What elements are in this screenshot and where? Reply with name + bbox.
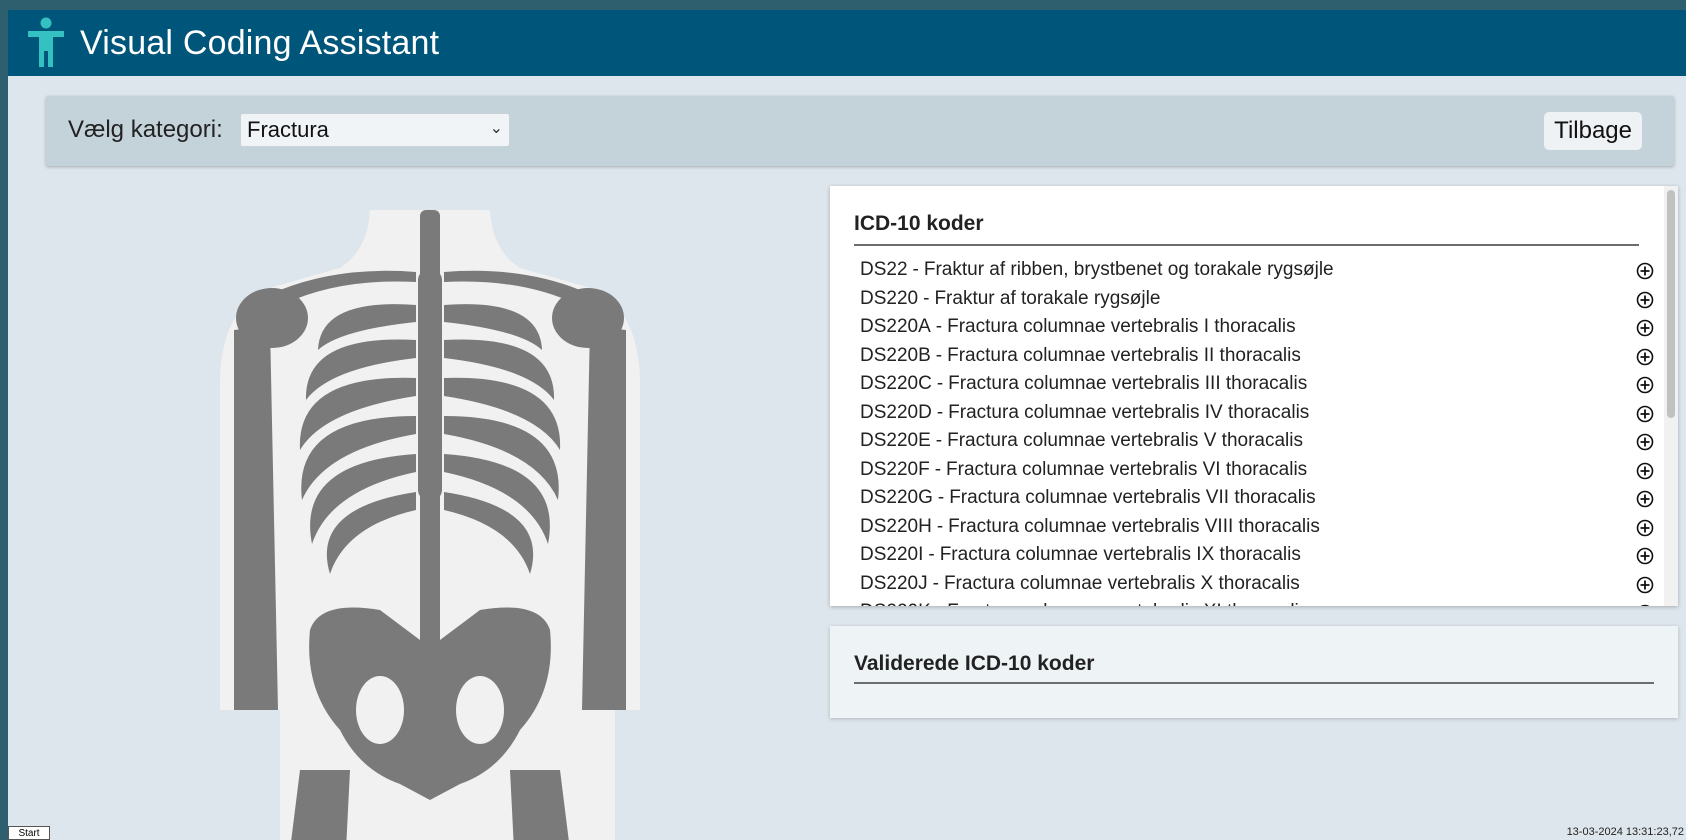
code-separator: - <box>936 373 944 395</box>
icd-code-row[interactable]: DS220F - Fractura columnae vertebralis VI … <box>860 456 1658 485</box>
icd-description: Fractura columnae vertebralis XI thoraca… <box>947 601 1308 606</box>
code-separator: - <box>932 572 939 594</box>
icd-code-row[interactable]: DS220I - Fractura columnae vertebralis IX … <box>860 541 1658 570</box>
validated-codes-panel: Validerede ICD-10 koder <box>830 626 1678 718</box>
person-icon <box>28 17 64 67</box>
icd-code: DS220F <box>860 458 930 480</box>
icd-code-row[interactable]: DS22- Fraktur af ribben, brystbenet og to… <box>860 256 1658 285</box>
icd-code-row[interactable]: DS220K-Fractura columnae vertebralis XI … <box>860 598 1658 606</box>
icd-code-row[interactable]: DS220J - Fractura columnae vertebralis X t… <box>860 570 1658 599</box>
chevron-down-icon: ⌄ <box>489 120 503 137</box>
icd-description: Fractura columnae vertebralis IX thoraca… <box>939 544 1301 566</box>
icd-description: Fractura columnae vertebralis I thoracal… <box>947 316 1296 338</box>
code-separator: - <box>935 344 943 366</box>
icd-description: Fractura columnae vertebralis III thorac… <box>948 373 1308 395</box>
icd-code-row[interactable]: DS220A - Fractura columnae vertebralis I t… <box>860 313 1658 342</box>
add-circle-icon[interactable] <box>1636 348 1654 366</box>
icd-code-row[interactable]: DS220D - Fractura columnae vertebralis IV … <box>860 399 1658 428</box>
icd-description: Fractura columnae vertebralis X thoracal… <box>943 572 1300 594</box>
code-separator: - <box>923 287 930 309</box>
code-separator: - <box>937 487 945 509</box>
add-circle-icon[interactable] <box>1636 405 1654 423</box>
icd-code-row[interactable]: DS220G - Fractura columnae vertebralis VII… <box>860 484 1658 513</box>
skeleton-diagram[interactable] <box>220 210 640 840</box>
icd-description: Fractura columnae vertebralis II thoraca… <box>947 344 1301 366</box>
icd-description: Fractura columnae vertebralis V thoracal… <box>947 430 1303 452</box>
icd-panel-title: ICD-10 koder <box>854 212 984 235</box>
icd-description: Fraktur af ribben, brystbenet og torakal… <box>923 259 1334 281</box>
add-circle-icon[interactable] <box>1636 519 1654 537</box>
icd-code: DS220A <box>860 316 931 338</box>
icd-code: DS220G <box>860 487 933 509</box>
icd-description: Fractura columnae vertebralis VI thoraca… <box>946 458 1308 480</box>
add-circle-icon[interactable] <box>1636 291 1654 309</box>
scroll-thumb[interactable] <box>1667 190 1675 418</box>
timestamp: 13-03-2024 13:31:23,72 <box>1566 826 1684 838</box>
icd-code-row[interactable]: DS220C - Fractura columnae vertebralis III… <box>860 370 1658 399</box>
code-separator: - <box>936 515 944 537</box>
back-button[interactable]: Tilbage <box>1544 112 1642 150</box>
add-circle-icon[interactable] <box>1636 462 1654 480</box>
category-toolbar: Vælg kategori: Fractura ⌄ Tilbage <box>46 96 1674 166</box>
code-separator: - <box>936 601 942 606</box>
start-button[interactable]: Start <box>8 826 50 840</box>
validated-panel-title: Validerede ICD-10 koder <box>854 652 1095 675</box>
code-separator: - <box>935 316 943 338</box>
add-circle-icon[interactable] <box>1636 490 1654 508</box>
icd-code: DS220J <box>860 572 928 594</box>
category-selected-value: Fractura <box>247 117 329 142</box>
category-label: Vælg kategori: <box>68 116 223 143</box>
add-circle-icon[interactable] <box>1636 576 1654 594</box>
icd-description: Fraktur af torakale rygsøjle <box>934 287 1161 309</box>
code-separator: - <box>936 401 944 423</box>
icd-code-row[interactable]: DS220H - Fractura columnae vertebralis VII… <box>860 513 1658 542</box>
add-circle-icon[interactable] <box>1636 604 1654 606</box>
icd-description: Fractura columnae vertebralis VII thorac… <box>949 487 1316 509</box>
add-circle-icon[interactable] <box>1636 433 1654 451</box>
code-separator: - <box>928 544 935 566</box>
icd-code-row[interactable]: DS220- Fraktur af torakale rygsøjle <box>860 285 1658 314</box>
code-separator: - <box>912 259 919 281</box>
code-separator: - <box>934 458 942 480</box>
scrollbar[interactable] <box>1664 186 1678 606</box>
add-circle-icon[interactable] <box>1636 262 1654 280</box>
icd-code: DS220H <box>860 515 932 537</box>
icd-description: Fractura columnae vertebralis IV thoraca… <box>948 401 1310 423</box>
icd-code: DS220E <box>860 430 931 452</box>
header-bar: Visual Coding Assistant <box>8 10 1686 76</box>
icd-description: Fractura columnae vertebralis VIII thora… <box>948 515 1320 537</box>
category-select[interactable]: Fractura ⌄ <box>240 113 510 147</box>
app-window: Visual Coding Assistant Vælg kategori: F… <box>8 10 1686 840</box>
app-title: Visual Coding Assistant <box>80 23 440 62</box>
icd-code: DS220 <box>860 287 919 309</box>
icd-code-row[interactable]: DS220B - Fractura columnae vertebralis II … <box>860 342 1658 371</box>
add-circle-icon[interactable] <box>1636 319 1654 337</box>
icd-codes-panel: ICD-10 koder DS22- Fraktur af ribben, bry… <box>830 186 1678 606</box>
icd-code: DS220D <box>860 401 932 423</box>
add-circle-icon[interactable] <box>1636 547 1654 565</box>
icd-code: DS220I <box>860 544 924 566</box>
divider <box>854 682 1654 684</box>
icd-code-list: DS22- Fraktur af ribben, brystbenet og to… <box>860 256 1658 606</box>
code-separator: - <box>935 430 943 452</box>
icd-code: DS220C <box>860 373 932 395</box>
icd-code: DS220K <box>860 601 931 606</box>
icd-code-row[interactable]: DS220E - Fractura columnae vertebralis V t… <box>860 427 1658 456</box>
divider <box>854 244 1639 246</box>
icd-code: DS22 <box>860 259 908 281</box>
icd-code: DS220B <box>860 344 931 366</box>
add-circle-icon[interactable] <box>1636 376 1654 394</box>
